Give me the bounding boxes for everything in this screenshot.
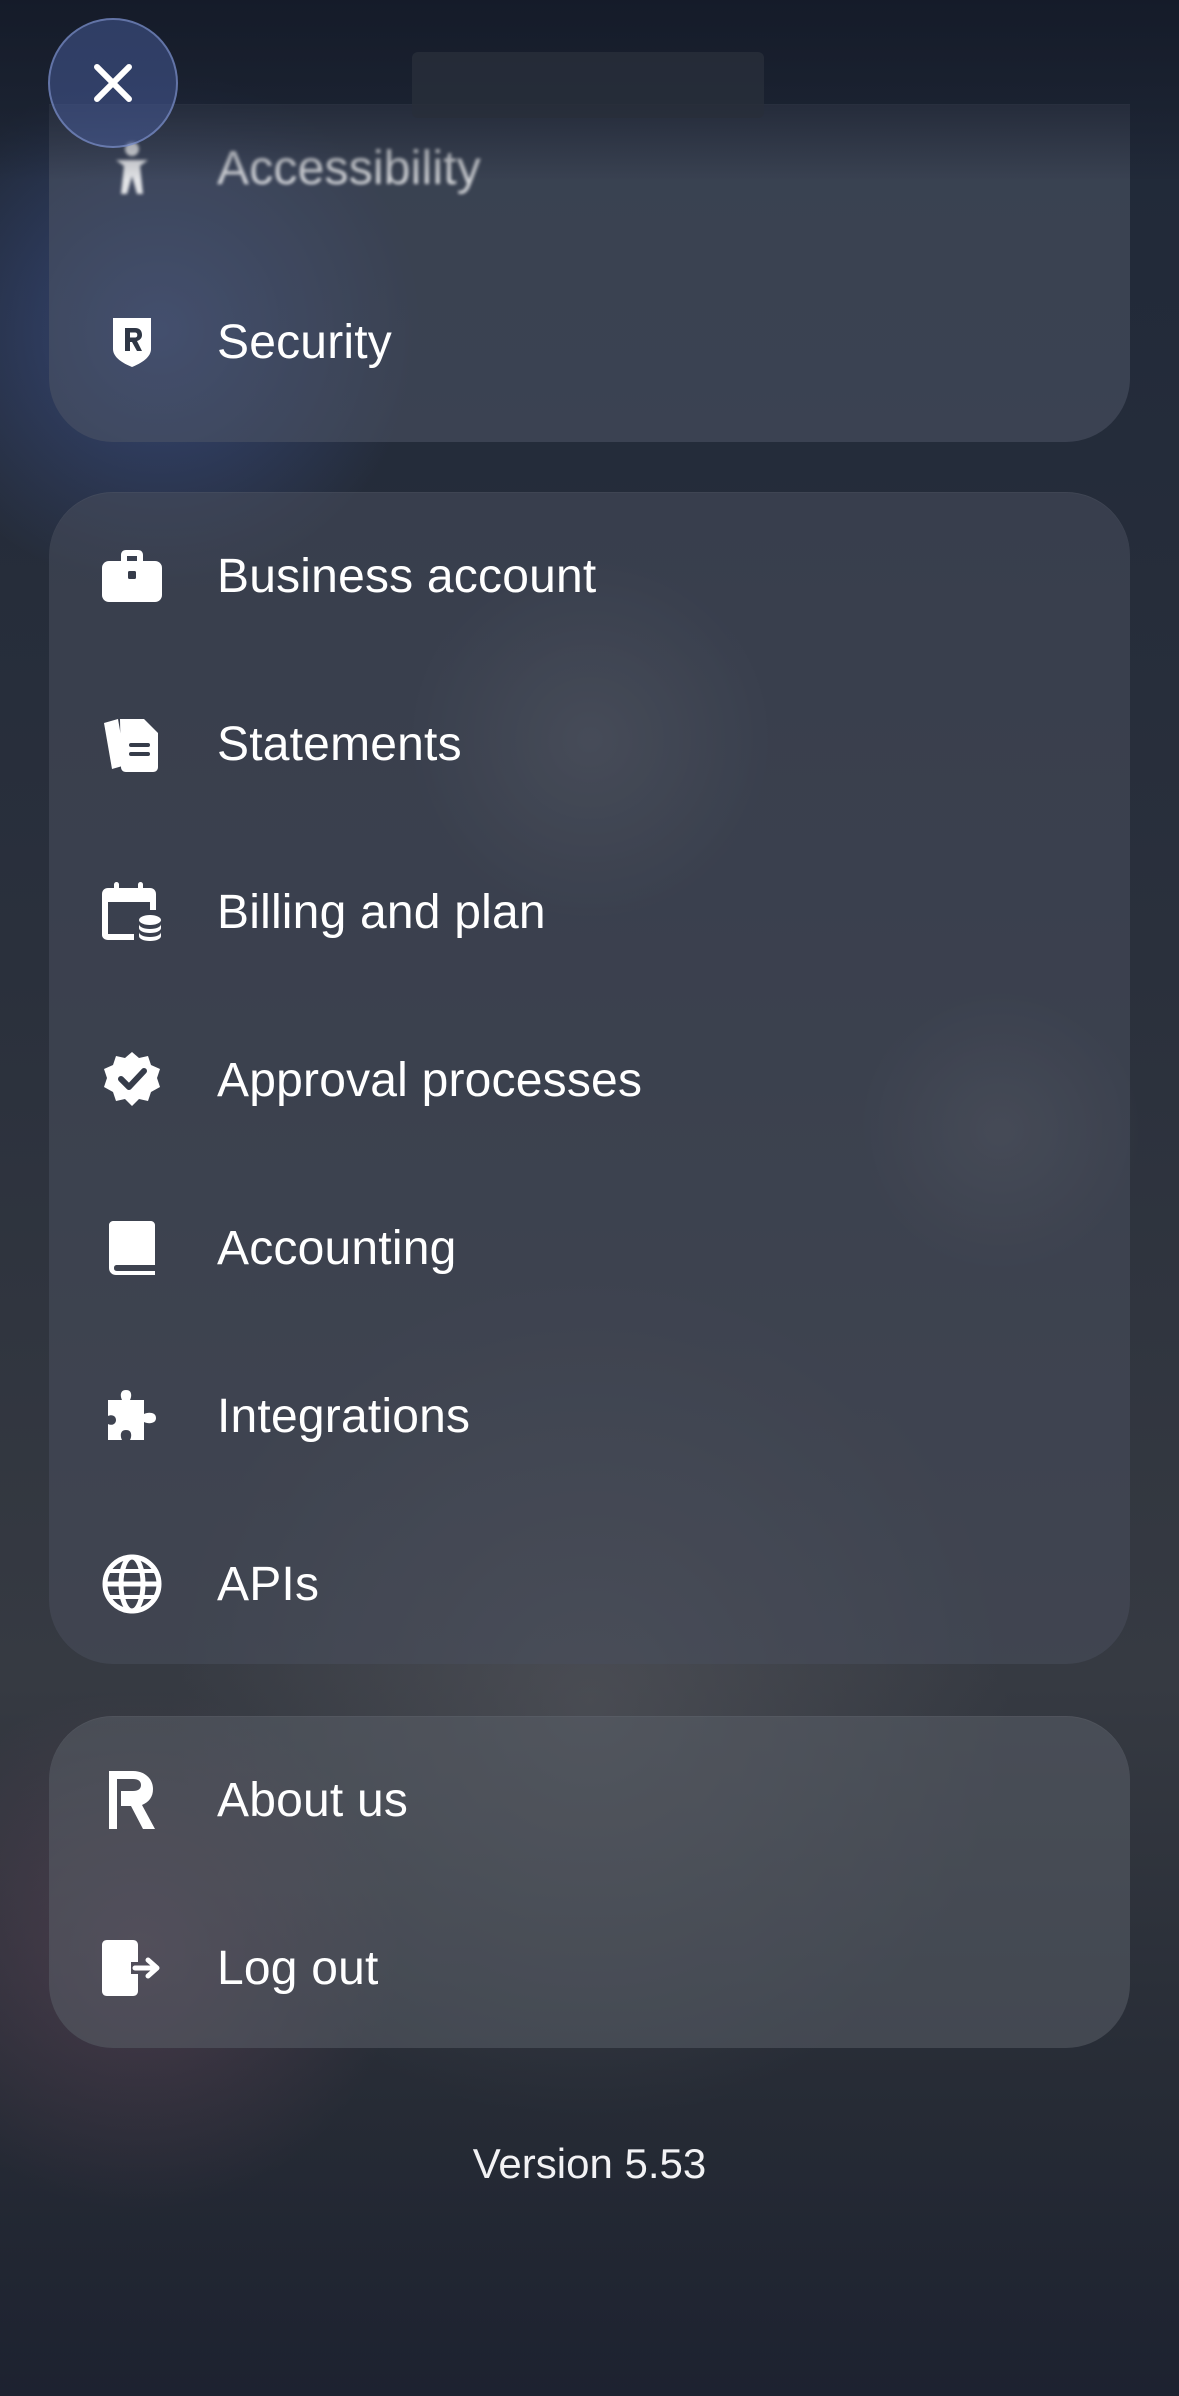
shield-icon — [99, 309, 165, 375]
puzzle-icon — [99, 1383, 165, 1449]
book-icon — [99, 1215, 165, 1281]
menu-item-business-account[interactable]: Business account — [49, 492, 1130, 660]
menu-item-label: Accounting — [217, 1221, 457, 1275]
menu-item-accounting[interactable]: Accounting — [49, 1164, 1130, 1332]
close-icon — [91, 61, 135, 105]
settings-group-1: Accessibility Security — [49, 104, 1130, 442]
documents-icon — [99, 711, 165, 777]
verified-badge-icon — [99, 1047, 165, 1113]
calendar-coins-icon — [99, 879, 165, 945]
menu-item-label: Log out — [217, 1941, 379, 1995]
close-button[interactable] — [48, 18, 178, 148]
menu-item-integrations[interactable]: Integrations — [49, 1332, 1130, 1500]
globe-icon — [99, 1551, 165, 1617]
settings-group-2: Business account Statements Billing and … — [49, 492, 1130, 1664]
settings-group-3: About us Log out — [49, 1716, 1130, 2048]
menu-item-label: Business account — [217, 549, 597, 603]
menu-item-label: Billing and plan — [217, 885, 546, 939]
menu-item-label: Statements — [217, 717, 462, 771]
menu-item-label: Approval processes — [217, 1053, 643, 1107]
menu-item-log-out[interactable]: Log out — [49, 1884, 1130, 2052]
log-out-icon — [99, 1935, 165, 2001]
app-version: Version 5.53 — [472, 2140, 707, 2187]
briefcase-icon — [99, 543, 165, 609]
menu-item-label: Integrations — [217, 1389, 471, 1443]
revolut-logo-icon — [99, 1767, 165, 1833]
menu-item-label: Accessibility — [217, 141, 481, 195]
menu-item-about-us[interactable]: About us — [49, 1716, 1130, 1884]
header-title-placeholder — [412, 52, 764, 118]
menu-item-apis[interactable]: APIs — [49, 1500, 1130, 1668]
menu-item-label: Security — [217, 315, 392, 369]
menu-item-security[interactable]: Security — [49, 258, 1130, 426]
menu-item-label: About us — [217, 1773, 409, 1827]
menu-item-billing-and-plan[interactable]: Billing and plan — [49, 828, 1130, 996]
menu-item-statements[interactable]: Statements — [49, 660, 1130, 828]
menu-item-label: APIs — [217, 1557, 320, 1611]
menu-item-approval-processes[interactable]: Approval processes — [49, 996, 1130, 1164]
